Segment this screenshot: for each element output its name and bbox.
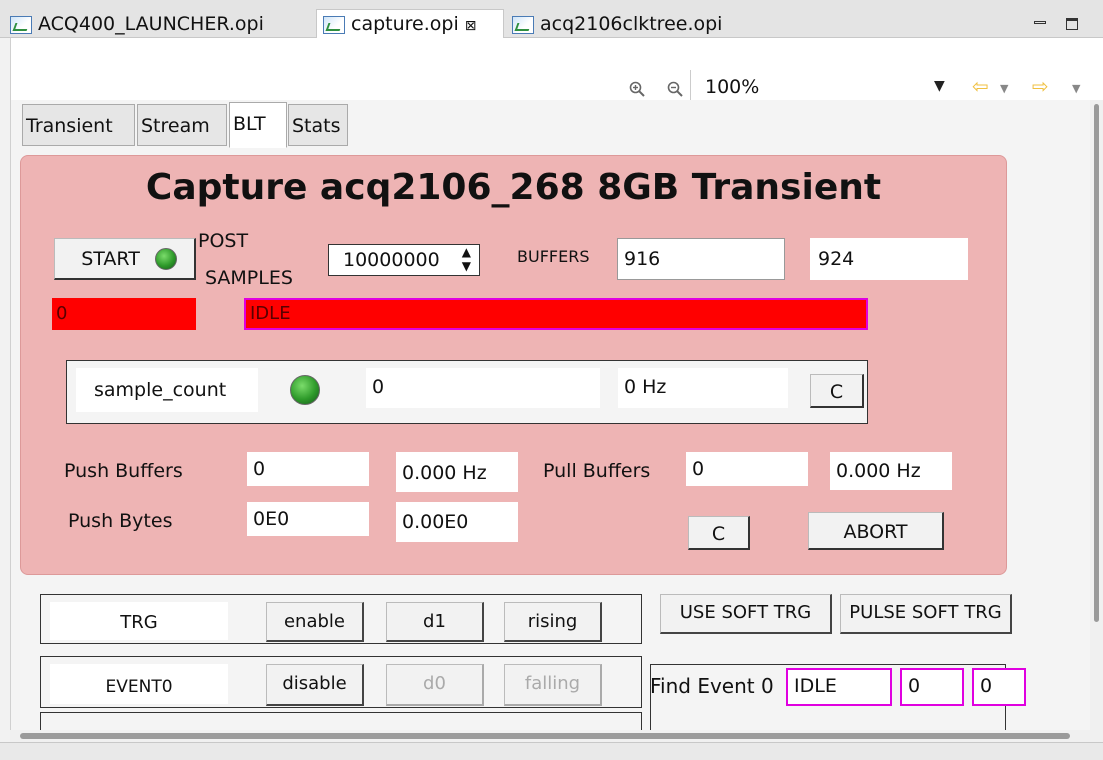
sample-count-label: sample_count xyxy=(76,368,258,412)
event0-channel-button: d0 xyxy=(386,664,484,706)
maximize-icon[interactable] xyxy=(1066,18,1080,30)
state-indicator: IDLE xyxy=(244,298,868,330)
zoom-in-icon[interactable] xyxy=(629,81,645,101)
post-samples-value: 10000000 xyxy=(343,249,440,271)
event0-edge-button: falling xyxy=(504,664,602,706)
page-title: Capture acq2106_268 8GB Transient xyxy=(145,167,882,208)
horizontal-scroll-thumb[interactable] xyxy=(20,733,1070,739)
use-soft-trg-button[interactable]: USE SOFT TRG xyxy=(660,594,832,634)
trg-label: TRG xyxy=(50,602,228,640)
back-arrow-icon[interactable]: ⇦ xyxy=(972,74,989,98)
sample-count-value: 0 xyxy=(366,368,600,408)
zoom-dropdown-icon[interactable]: ▼ xyxy=(934,78,945,94)
toolbar-separator xyxy=(690,70,691,104)
push-buffers-label: Push Buffers xyxy=(64,460,183,482)
start-button-label: START xyxy=(81,248,140,270)
push-buffers-rate: 0.000 Hz xyxy=(396,452,518,492)
editor-tab-capture[interactable]: capture.opi ⊠ xyxy=(316,9,504,39)
trg-enable-button[interactable]: enable xyxy=(266,602,364,642)
find-event-value-2: 0 xyxy=(972,668,1026,706)
status-bar xyxy=(0,742,1103,760)
sample-count-led xyxy=(290,375,320,405)
trg-edge-button[interactable]: rising xyxy=(504,602,602,642)
opi-file-icon xyxy=(10,16,32,34)
find-event-state: IDLE xyxy=(786,668,892,706)
pull-buffers-label: Pull Buffers xyxy=(543,460,651,482)
tab-transient[interactable]: Transient xyxy=(22,104,135,146)
editor-tab-acq2106clktree[interactable]: acq2106clktree.opi xyxy=(506,10,766,38)
forward-dropdown-icon[interactable]: ▼ xyxy=(1072,82,1080,95)
push-bytes-value: 0E0 xyxy=(247,502,369,536)
editor-tab-label: acq2106clktree.opi xyxy=(540,13,723,35)
pull-buffers-value: 0 xyxy=(686,452,808,486)
event0-enable-button[interactable]: disable xyxy=(266,664,364,706)
editor-tab-label: ACQ400_LAUNCHER.opi xyxy=(38,13,264,35)
push-bytes-rate: 0.00E0 xyxy=(396,502,518,542)
zoom-level[interactable]: 100% xyxy=(705,76,759,98)
trg-channel-button[interactable]: d1 xyxy=(386,602,484,642)
sample-rate-value: 0 Hz xyxy=(618,368,788,408)
event0-label: EVENT0 xyxy=(50,664,228,704)
editor-tab-acq400-launcher[interactable]: ACQ400_LAUNCHER.opi xyxy=(4,10,316,38)
clear-sample-count-button[interactable]: C xyxy=(810,374,864,408)
spinner-arrows-icon[interactable]: ▲ ▼ xyxy=(462,245,471,273)
close-icon[interactable]: ⊠ xyxy=(465,18,477,34)
zoom-out-icon[interactable] xyxy=(667,81,683,101)
post-samples-label-2: SAMPLES xyxy=(205,267,293,289)
status-led xyxy=(155,248,177,270)
pulse-soft-trg-button[interactable]: PULSE SOFT TRG xyxy=(840,594,1012,634)
tab-blt[interactable]: BLT xyxy=(229,102,287,148)
buffers-label: BUFFERS xyxy=(517,247,590,266)
find-event-value-1: 0 xyxy=(900,668,964,706)
forward-arrow-icon[interactable]: ⇨ xyxy=(1032,74,1049,98)
count-indicator: 0 xyxy=(52,298,196,330)
opi-file-icon xyxy=(323,16,345,34)
push-bytes-label: Push Bytes xyxy=(68,510,173,532)
pull-buffers-rate: 0.000 Hz xyxy=(830,452,952,490)
find-event-label: Find Event 0 xyxy=(650,674,774,698)
tab-stream[interactable]: Stream xyxy=(137,104,227,146)
minimize-icon[interactable] xyxy=(1034,18,1048,30)
buffers-field-b: 924 xyxy=(810,238,968,280)
tab-stats[interactable]: Stats xyxy=(288,104,348,146)
post-samples-spinner[interactable]: 10000000 ▲ ▼ xyxy=(328,244,480,276)
buffers-field-a: 916 xyxy=(617,238,785,280)
opi-file-icon xyxy=(512,16,534,34)
vertical-scroll-thumb[interactable] xyxy=(1094,104,1099,622)
push-buffers-value: 0 xyxy=(247,452,369,486)
abort-button[interactable]: ABORT xyxy=(808,512,944,550)
back-dropdown-icon[interactable]: ▼ xyxy=(1000,82,1008,95)
clear-counters-button[interactable]: C xyxy=(688,516,750,550)
post-samples-label-1: POST xyxy=(198,230,249,252)
editor-tab-label: capture.opi xyxy=(351,13,459,35)
event1-group xyxy=(40,712,642,730)
